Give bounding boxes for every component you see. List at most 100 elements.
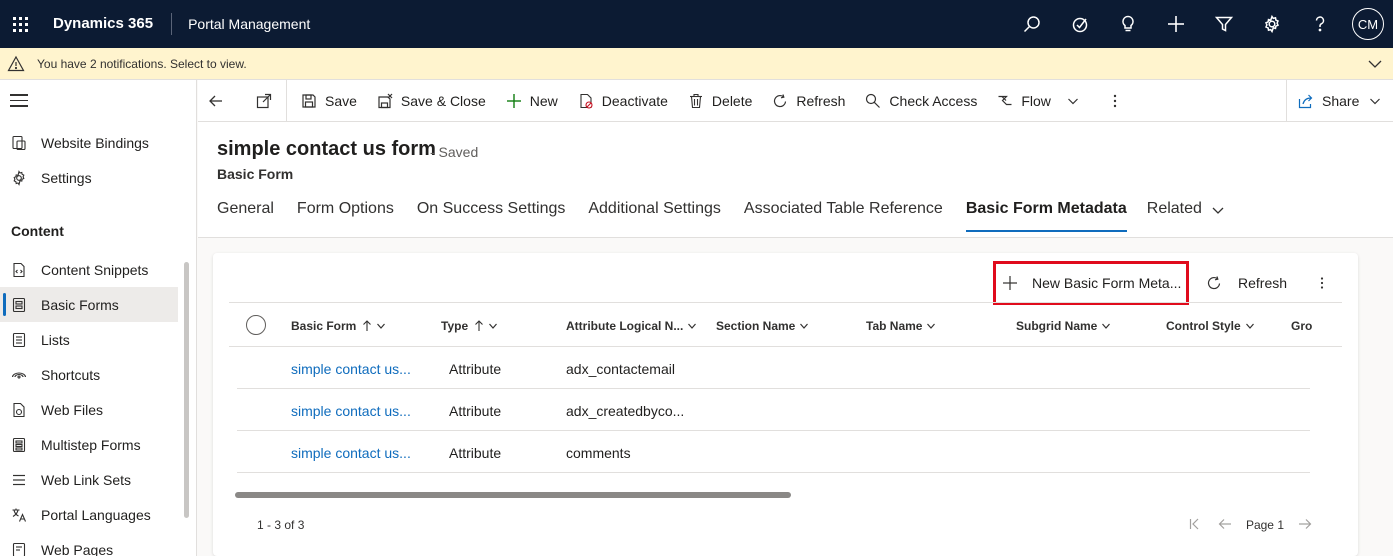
column-header-control-style[interactable]: Control Style bbox=[1166, 319, 1255, 333]
sidebar-item-web-pages[interactable]: Web Pages bbox=[0, 532, 178, 556]
column-header-label: Gro bbox=[1291, 319, 1313, 333]
new-button[interactable]: New bbox=[496, 80, 568, 122]
delete-button[interactable]: Delete bbox=[678, 80, 762, 122]
attribute-cell: comments bbox=[566, 445, 631, 461]
chevron-down-icon bbox=[1370, 98, 1381, 105]
basic-form-link[interactable]: simple contact us... bbox=[291, 403, 411, 419]
sidebar-item-label: Web Pages bbox=[41, 541, 114, 556]
notification-bar[interactable]: You have 2 notifications. Select to view… bbox=[0, 48, 1393, 80]
grid-more-button[interactable] bbox=[1315, 261, 1329, 305]
app-launcher-button[interactable] bbox=[0, 0, 40, 48]
tab-basic-form-metadata[interactable]: Basic Form Metadata bbox=[965, 200, 1127, 234]
share-button[interactable]: Share bbox=[1286, 80, 1393, 122]
top-icons: CM bbox=[1008, 0, 1393, 48]
column-header-basic-form[interactable]: Basic Form bbox=[291, 319, 386, 333]
top-navigation-bar: Dynamics 365 Portal Management CM bbox=[0, 0, 1393, 48]
plus-icon bbox=[506, 93, 521, 108]
deactivate-button[interactable]: Deactivate bbox=[568, 80, 678, 122]
multistep-icon bbox=[10, 436, 28, 454]
check-access-button[interactable]: Check Access bbox=[855, 80, 987, 122]
column-header-group[interactable]: Gro bbox=[1291, 319, 1312, 333]
more-vertical-icon bbox=[1320, 277, 1324, 289]
column-header-attribute-logical-name[interactable]: Attribute Logical N... bbox=[566, 319, 697, 333]
plus-icon bbox=[1003, 276, 1017, 290]
tab-on-success-settings[interactable]: On Success Settings bbox=[417, 200, 566, 234]
lightbulb-icon[interactable] bbox=[1104, 0, 1152, 48]
plus-icon[interactable] bbox=[1152, 0, 1200, 48]
basic-form-link[interactable]: simple contact us... bbox=[291, 445, 411, 461]
brand-name[interactable]: Dynamics 365 bbox=[53, 13, 173, 35]
flow-button[interactable]: Flow bbox=[987, 80, 1089, 122]
filter-icon[interactable] bbox=[1200, 0, 1248, 48]
tab-label: General bbox=[217, 200, 274, 217]
search-icon[interactable] bbox=[1008, 0, 1056, 48]
tab-general[interactable]: General bbox=[217, 200, 274, 234]
new-basic-form-metadata-label: New Basic Form Meta... bbox=[1032, 275, 1182, 291]
tab-associated-table-reference[interactable]: Associated Table Reference bbox=[744, 200, 943, 234]
pagination: Page 1 bbox=[1180, 515, 1320, 532]
first-page-icon[interactable] bbox=[1188, 517, 1202, 531]
sidebar-item-label: Lists bbox=[41, 331, 70, 348]
basic-form-link[interactable]: simple contact us... bbox=[291, 361, 411, 377]
grid-refresh-label: Refresh bbox=[1238, 275, 1288, 291]
sidebar-item-shortcuts[interactable]: Shortcuts bbox=[0, 357, 178, 392]
column-header-tab-name[interactable]: Tab Name bbox=[866, 319, 936, 333]
save-button[interactable]: Save bbox=[291, 80, 367, 122]
chevron-down-icon bbox=[1067, 98, 1078, 104]
sidebar-item-lists[interactable]: Lists bbox=[0, 322, 178, 357]
divider bbox=[237, 430, 1310, 431]
sidebar-item-web-files[interactable]: Web Files bbox=[0, 392, 178, 427]
next-page-icon[interactable] bbox=[1298, 517, 1312, 531]
tab-additional-settings[interactable]: Additional Settings bbox=[588, 200, 721, 234]
grid-refresh-button[interactable]: Refresh bbox=[1206, 261, 1287, 305]
open-in-new-window-button[interactable] bbox=[234, 80, 286, 122]
check-access-label: Check Access bbox=[889, 92, 978, 109]
open-new-window-icon bbox=[256, 93, 272, 108]
user-avatar[interactable]: CM bbox=[1352, 8, 1384, 40]
sidebar-item-label: Shortcuts bbox=[41, 366, 101, 383]
save-status: - Saved bbox=[430, 144, 479, 160]
sidebar-item-portal-languages[interactable]: Portal Languages bbox=[0, 497, 178, 532]
new-basic-form-metadata-button[interactable]: New Basic Form Meta... bbox=[993, 261, 1189, 305]
record-title: simple contact us form bbox=[217, 138, 436, 160]
tab-form-options[interactable]: Form Options bbox=[297, 200, 394, 234]
snippet-icon bbox=[10, 261, 28, 279]
horizontal-scrollbar[interactable] bbox=[235, 492, 791, 498]
chevron-down-icon bbox=[688, 323, 697, 329]
notification-text: You have 2 notifications. Select to view… bbox=[37, 56, 247, 71]
sidebar: Website Bindings Settings Content Conten… bbox=[0, 80, 197, 556]
sidebar-item-website-bindings[interactable]: Website Bindings bbox=[0, 125, 178, 160]
sidebar-item-web-link-sets[interactable]: Web Link Sets bbox=[0, 462, 178, 497]
help-icon[interactable] bbox=[1296, 0, 1344, 48]
sidebar-item-settings[interactable]: Settings bbox=[0, 160, 178, 195]
sidebar-scrollbar[interactable] bbox=[184, 262, 189, 518]
column-header-type[interactable]: Type bbox=[441, 319, 498, 333]
sidebar-item-label: Settings bbox=[41, 169, 92, 186]
sidebar-item-content-snippets[interactable]: Content Snippets bbox=[0, 252, 178, 287]
sidebar-item-multistep-forms[interactable]: Multistep Forms bbox=[0, 427, 178, 462]
column-header-label: Subgrid Name bbox=[1016, 319, 1098, 333]
app-name[interactable]: Portal Management bbox=[188, 16, 310, 32]
task-icon[interactable] bbox=[1056, 0, 1104, 48]
hamburger-icon[interactable] bbox=[10, 94, 28, 108]
previous-page-icon[interactable] bbox=[1218, 517, 1232, 531]
save-close-button[interactable]: Save & Close bbox=[367, 80, 496, 122]
binding-icon bbox=[10, 134, 28, 152]
more-vertical-icon bbox=[1113, 94, 1117, 107]
column-header-label: Basic Form bbox=[291, 319, 357, 333]
column-header-label: Control Style bbox=[1166, 319, 1241, 333]
gear-icon[interactable] bbox=[1248, 0, 1296, 48]
column-header-section-name[interactable]: Section Name bbox=[716, 319, 809, 333]
more-commands-button[interactable] bbox=[1089, 80, 1133, 122]
column-header-subgrid-name[interactable]: Subgrid Name bbox=[1016, 319, 1111, 333]
back-button[interactable] bbox=[198, 80, 234, 122]
share-content: Share bbox=[1287, 80, 1391, 122]
save-close-label: Save & Close bbox=[400, 92, 486, 109]
check-access-icon bbox=[866, 93, 881, 108]
refresh-button[interactable]: Refresh bbox=[762, 80, 855, 122]
select-all-checkbox[interactable] bbox=[246, 315, 266, 335]
tab-related[interactable]: Related bbox=[1147, 200, 1225, 234]
chevron-down-icon[interactable] bbox=[1367, 56, 1383, 72]
sidebar-item-basic-forms[interactable]: Basic Forms bbox=[0, 287, 178, 322]
type-cell: Attribute bbox=[449, 445, 502, 461]
